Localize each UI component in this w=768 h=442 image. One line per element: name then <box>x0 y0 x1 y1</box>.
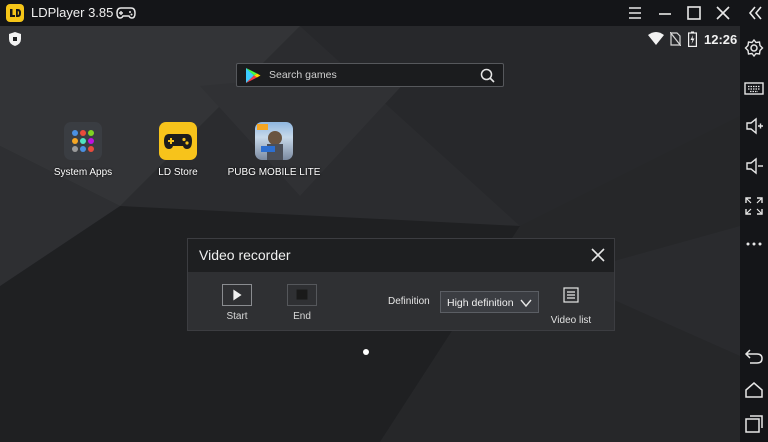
maximize-icon <box>687 6 701 20</box>
start-recording-button[interactable]: Start <box>217 284 257 322</box>
keyboard-icon <box>744 82 764 95</box>
settings-icon <box>744 38 764 58</box>
more-button[interactable] <box>744 234 764 254</box>
menu-icon <box>629 7 641 19</box>
settings-button[interactable] <box>744 38 764 58</box>
ld-store-icon <box>159 122 197 160</box>
pubg-mobile-lite-icon <box>255 122 293 160</box>
video-recorder-dialog: Video recorder Start End Definition High… <box>187 238 615 331</box>
search-games-bar[interactable]: Search games <box>236 63 504 87</box>
dialog-title: Video recorder <box>199 247 291 263</box>
app-ld-store[interactable]: LD Store <box>128 122 228 178</box>
no-sim-icon <box>670 32 681 46</box>
volume-up-icon <box>746 117 763 135</box>
end-recording-button[interactable]: End <box>282 284 322 322</box>
chevron-down-icon <box>520 299 532 308</box>
volume-down-icon <box>746 157 763 175</box>
start-label: Start <box>226 311 248 322</box>
home-button[interactable] <box>744 380 764 400</box>
list-icon <box>563 287 579 303</box>
dialog-header: Video recorder <box>188 239 614 272</box>
definition-value: High definition <box>447 297 514 309</box>
play-icon-box <box>222 284 252 306</box>
volume-up-button[interactable] <box>744 116 764 136</box>
video-list-button[interactable]: Video list <box>544 287 598 326</box>
back-icon <box>744 349 763 364</box>
video-list-label: Video list <box>550 315 592 326</box>
title-bar: LDPlayer 3.85 <box>0 0 768 26</box>
stop-icon-box <box>287 284 317 306</box>
maximize-button[interactable] <box>684 3 704 23</box>
collapse-sidebar-icon <box>748 6 762 20</box>
gamepad-icon[interactable] <box>116 5 136 21</box>
app-label: PUBG MOBILE LITE <box>227 167 321 178</box>
recents-icon <box>745 415 763 433</box>
end-label: End <box>293 311 311 322</box>
status-clock: 12:26 <box>704 32 738 47</box>
more-icon <box>746 242 762 246</box>
keyboard-button[interactable] <box>744 78 764 98</box>
minimize-icon <box>659 13 671 15</box>
search-placeholder: Search games <box>269 69 337 81</box>
wifi-icon <box>648 32 664 45</box>
fullscreen-button[interactable] <box>744 196 764 216</box>
app-system-apps[interactable]: System Apps <box>33 122 133 178</box>
home-icon <box>745 382 763 398</box>
system-apps-folder-icon <box>64 122 102 160</box>
shield-icon <box>9 32 21 46</box>
app-label: System Apps <box>53 167 113 178</box>
volume-down-button[interactable] <box>744 156 764 176</box>
definition-label: Definition <box>388 296 430 307</box>
menu-button[interactable] <box>625 3 645 23</box>
recents-button[interactable] <box>744 414 764 434</box>
stop-icon <box>296 289 308 300</box>
search-icon[interactable] <box>480 68 495 83</box>
back-button[interactable] <box>744 346 764 366</box>
app-pubg-mobile-lite[interactable]: PUBG MOBILE LITE <box>224 122 324 178</box>
app-title: LDPlayer 3.85 <box>31 5 114 20</box>
close-icon <box>716 6 730 20</box>
battery-icon <box>688 31 697 47</box>
status-bar: 12:26 <box>0 26 740 52</box>
fullscreen-icon <box>745 197 763 215</box>
minimize-button[interactable] <box>655 3 675 23</box>
wallpaper <box>0 26 740 442</box>
collapse-sidebar-button[interactable] <box>745 3 765 23</box>
close-button[interactable] <box>713 3 733 23</box>
page-indicator-dot <box>363 349 369 355</box>
app-label: LD Store <box>158 167 198 178</box>
android-screen: 12:26 Search games System Apps LD Store … <box>0 26 740 442</box>
right-toolbar <box>740 26 768 442</box>
ldplayer-logo <box>6 4 24 22</box>
google-play-icon <box>246 68 261 83</box>
dialog-close-icon[interactable] <box>590 247 606 263</box>
definition-select[interactable]: High definition <box>440 291 539 313</box>
play-icon <box>233 289 242 301</box>
